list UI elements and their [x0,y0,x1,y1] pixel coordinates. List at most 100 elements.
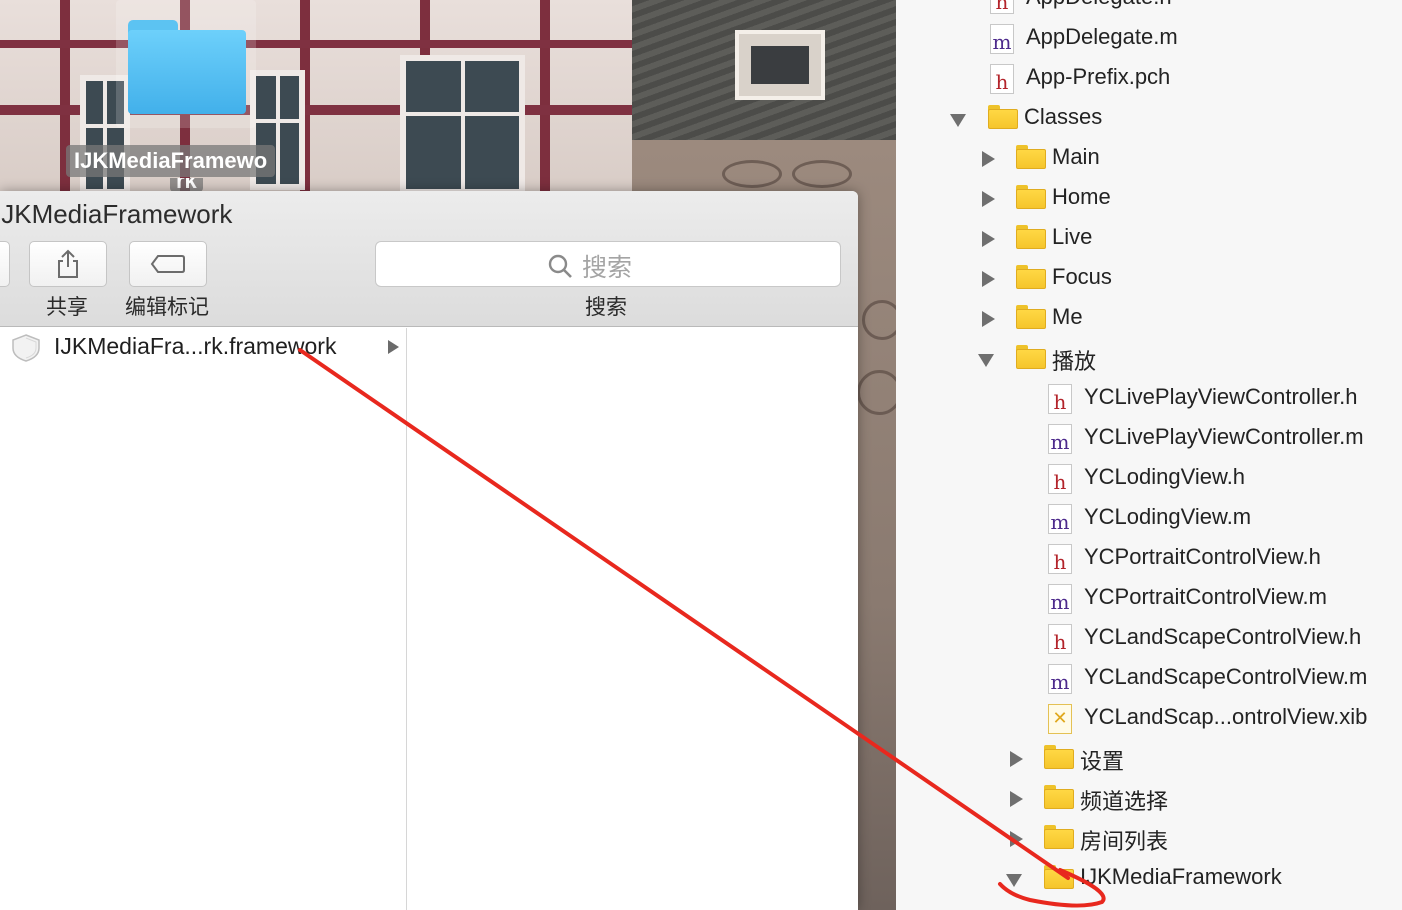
nav-item-label: YCLivePlayViewController.h [1084,384,1358,409]
m-file-icon: m [1048,584,1072,614]
nav-item-me[interactable]: Me [896,298,1402,338]
edit-tags-button[interactable] [129,241,207,287]
share-label: 共享 [46,296,88,319]
disclosure-closed-icon[interactable] [982,231,995,247]
folder-icon [1016,265,1046,289]
nav-item-ycliveplayviewcontroller-h[interactable]: h YCLivePlayViewController.h [896,378,1402,418]
h-file-icon: h [1048,384,1072,414]
nav-item-label: YCLodingView.h [1084,464,1246,489]
nav-item-label: IJKMediaFramework [1080,864,1282,889]
nav-item-yclandscap-ontrolview-xib[interactable]: ✕ YCLandScap...ontrolView.xib [896,698,1402,738]
h-file-icon: h [1048,544,1072,574]
nav-item-播放[interactable]: 播放 [896,338,1402,378]
edit-tags-label: 编辑标记 [125,296,209,319]
nav-item-label: AppDelegate.m [1026,24,1178,49]
nav-item-label: 播放 [1052,349,1097,374]
tag-icon [150,255,185,273]
project-navigator: h AppDelegate.h m AppDelegate.m h App-Prefix.… [896,0,1402,910]
search-icon [548,254,572,278]
desktop-folder-icon[interactable] [116,0,256,128]
nav-item-appdelegate-m[interactable]: m AppDelegate.m [896,18,1402,58]
xib-file-icon: ✕ [1048,704,1072,734]
nav-item-ijkmediaframework[interactable]: IJKMediaFramework [896,858,1402,898]
disclosure-open-icon[interactable] [978,354,994,367]
nav-item-label: 房间列表 [1080,829,1169,854]
disclosure-closed-icon[interactable] [1010,751,1023,767]
nav-item-label: YCLandScap...ontrolView.xib [1084,704,1368,729]
h-file-icon: h [1048,624,1072,654]
nav-item-label: YCLodingView.m [1084,504,1252,529]
building-window [400,55,525,195]
desktop-folder-label[interactable]: IJKMediaFramewo [66,145,276,177]
nav-item-yclandscapecontrolview-m[interactable]: m YCLandScapeControlView.m [896,658,1402,698]
nav-item-label: App-Prefix.pch [1026,64,1171,89]
disclosure-closed-icon[interactable] [982,271,995,287]
ornament [857,370,896,415]
folder-icon [1044,865,1074,889]
search-label: 搜索 [585,296,627,319]
share-button[interactable] [29,241,107,287]
nav-item-main[interactable]: Main [896,138,1402,178]
finder-column-1[interactable]: IJKMediaFra...rk.framework [0,328,407,910]
disclosure-closed-icon[interactable] [982,151,995,167]
share-icon [58,249,78,278]
nav-item-ycliveplayviewcontroller-m[interactable]: m YCLivePlayViewController.m [896,418,1402,458]
nav-item-label: 设置 [1080,749,1125,774]
framework-icon [12,334,40,362]
h-file-icon: h [1048,464,1072,494]
nav-item-label: YCLandScapeControlView.m [1084,664,1368,689]
folder-icon [1044,745,1074,769]
nav-item-设置[interactable]: 设置 [896,738,1402,778]
disclosure-open-icon[interactable] [950,114,966,127]
nav-item-label: YCLandScapeControlView.h [1084,624,1362,649]
h-file-icon: h [990,64,1014,94]
h-file-icon: h [990,0,1014,14]
nav-item-app-prefix-pch[interactable]: h App-Prefix.pch [896,58,1402,98]
search-input[interactable]: 搜索 [375,241,841,287]
ornament [722,160,782,188]
nav-item-ycportraitcontrolview-h[interactable]: h YCPortraitControlView.h [896,538,1402,578]
nav-item-频道选择[interactable]: 频道选择 [896,778,1402,818]
nav-item-label: AppDelegate.h [1026,0,1172,10]
timber-beam [0,40,632,48]
nav-item-房间列表[interactable]: 房间列表 [896,818,1402,858]
nav-item-label: Main [1052,144,1100,169]
finder-column-2[interactable] [408,328,858,910]
nav-item-label: YCPortraitControlView.h [1084,544,1321,569]
nav-item-label: YCLivePlayViewController.m [1084,424,1364,449]
nav-item-label: Classes [1024,104,1103,129]
desktop-folder-label-cont: rk [170,178,203,192]
nav-item-yclandscapecontrolview-h[interactable]: h YCLandScapeControlView.h [896,618,1402,658]
disclosure-open-icon[interactable] [1006,874,1022,887]
nav-item-yclodingview-m[interactable]: m YCLodingView.m [896,498,1402,538]
dormer-window [735,30,825,100]
nav-item-ycportraitcontrolview-m[interactable]: m YCPortraitControlView.m [896,578,1402,618]
disclosure-closed-icon[interactable] [1010,831,1023,847]
view-options-button[interactable] [0,241,10,287]
nav-item-classes[interactable]: Classes [896,98,1402,138]
search-placeholder: 搜索 [582,254,633,282]
window-title: IJKMediaFramework [0,199,233,229]
folder-icon [1016,345,1046,369]
disclosure-closed-icon[interactable] [1010,791,1023,807]
nav-item-focus[interactable]: Focus [896,258,1402,298]
disclosure-closed-icon[interactable] [982,191,995,207]
nav-item-label: Me [1052,304,1083,329]
folder-icon [1016,225,1046,249]
nav-item-home[interactable]: Home [896,178,1402,218]
finder-toolbar: IJKMediaFramework 共享 编辑标记 搜索 搜索 [0,191,858,327]
nav-item-label: YCPortraitControlView.m [1084,584,1327,609]
nav-item-label: Home [1052,184,1111,209]
m-file-icon: m [1048,664,1072,694]
disclosure-closed-icon[interactable] [982,311,995,327]
folder-icon [1016,305,1046,329]
nav-item-live[interactable]: Live [896,218,1402,258]
ornament [792,160,852,188]
file-row-framework[interactable]: IJKMediaFra...rk.framework [0,328,407,366]
expand-arrow-icon[interactable] [388,340,399,354]
m-file-icon: m [990,24,1014,54]
nav-item-yclodingview-h[interactable]: h YCLodingView.h [896,458,1402,498]
nav-item-appdelegate-h[interactable]: h AppDelegate.h [896,0,1402,18]
nav-item-label: Focus [1052,264,1112,289]
m-file-icon: m [1048,424,1072,454]
